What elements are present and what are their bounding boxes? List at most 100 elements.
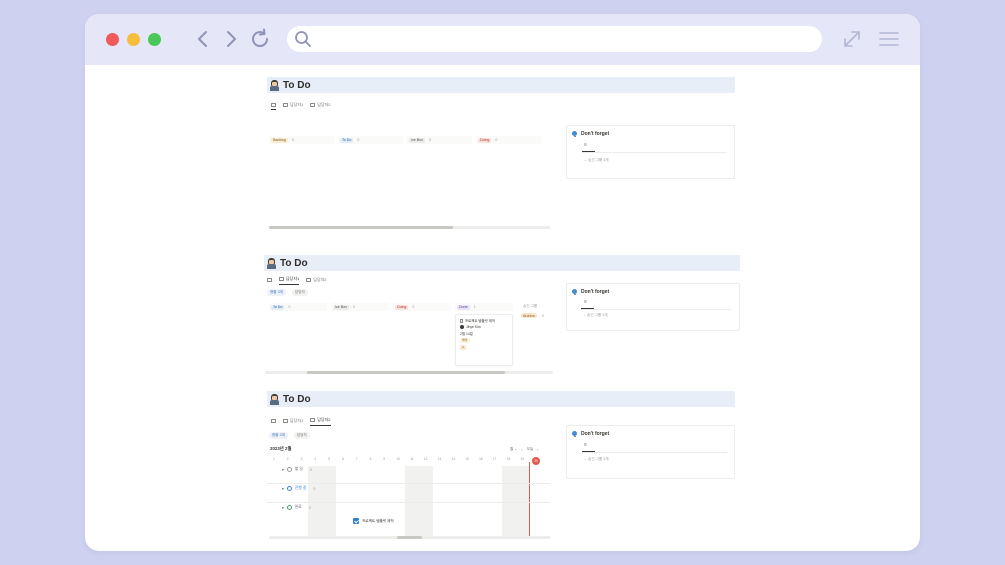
list-view-icon[interactable]: ≡: [584, 142, 587, 148]
caret-down-icon: ▾: [282, 486, 284, 491]
search-icon: [295, 31, 311, 47]
caret-down-icon: ▾: [282, 505, 284, 510]
filter-bar: 현황 3개 담당자: [269, 432, 310, 439]
calendar-view-icon: [306, 277, 312, 282]
timeline-day: 2: [286, 457, 289, 461]
board-view-icon: [279, 277, 284, 281]
hidden-groups[interactable]: ⌄ 숨긴 그룹 3개: [584, 158, 609, 163]
timeline-day: 8: [369, 457, 372, 461]
timeline-day: 16: [479, 457, 483, 461]
view-tabs: 담당자1 담당자2: [271, 102, 331, 110]
side-panel-title: Don't forget: [572, 431, 609, 437]
list-view-icon[interactable]: ≡: [584, 442, 587, 448]
card-person: Jihye Kim: [466, 325, 481, 329]
row-divider: [267, 502, 550, 503]
column-header-done[interactable]: Done 1: [455, 303, 513, 311]
tab-assignee-2[interactable]: 담당자2: [310, 417, 331, 426]
tab-assignee-2[interactable]: 담당자2: [306, 277, 327, 285]
timeline-group-in-progress[interactable]: ▾ 진행 중 0: [282, 486, 315, 491]
lightbulb-icon: [572, 431, 577, 437]
chevron-right-icon[interactable]: ›: [537, 448, 538, 452]
column-header-icebox[interactable]: Ice Box 0: [407, 136, 472, 144]
tab-assignee-1[interactable]: 담당자1: [283, 102, 303, 110]
status-filter-chip[interactable]: 현황 3개: [269, 432, 288, 439]
timeline-day: 6: [341, 457, 344, 461]
reload-icon[interactable]: [248, 27, 272, 51]
avatar: [460, 325, 464, 329]
timeline-day: 7: [355, 457, 358, 461]
page-title-text: To Do: [283, 393, 311, 405]
timeline-day: 3: [300, 457, 303, 461]
timeline-day: 1: [273, 457, 275, 461]
view-tabs: 담당자1 담당자2: [267, 276, 327, 285]
checkbox-icon[interactable]: [353, 518, 359, 524]
column-header-todo[interactable]: To Do 0: [338, 136, 403, 144]
board-view-icon: [283, 418, 288, 423]
hidden-groups[interactable]: ⌄ 숨긴 그룹 3개: [584, 457, 609, 462]
hidden-groups[interactable]: ⌄ 숨긴 그룹 3개: [583, 313, 608, 318]
column-header-doing[interactable]: Doing 0: [393, 303, 451, 311]
list-view-icon[interactable]: ≡: [584, 299, 587, 305]
horizontal-scrollbar[interactable]: [269, 226, 550, 229]
view-tabs: 담당자1 담당자2: [271, 417, 331, 426]
scrollbar-thumb[interactable]: [269, 226, 453, 229]
tab-board[interactable]: [271, 102, 276, 110]
menu-icon[interactable]: [878, 28, 900, 50]
scrollbar-thumb[interactable]: [397, 536, 422, 539]
today-marker: [529, 462, 530, 538]
column-header-backlog[interactable]: Backlog 0: [269, 136, 334, 144]
timeline-group-done[interactable]: ▾ 완료 2: [282, 505, 311, 510]
calendar-view-icon: [310, 418, 316, 422]
page-title: To Do: [267, 77, 735, 93]
page-title-text: To Do: [283, 79, 311, 91]
chevron-right-icon[interactable]: [219, 27, 243, 51]
chevron-left-icon[interactable]: ‹: [521, 448, 522, 452]
tab-board[interactable]: [267, 277, 272, 284]
status-filter-chip[interactable]: 현황 3개: [267, 289, 286, 296]
person-emoji-icon: [269, 79, 280, 91]
view-scale-dropdown[interactable]: 월 ⌄: [510, 447, 517, 452]
card-tag: 제작: [460, 338, 470, 343]
timeline-day: 10: [396, 457, 400, 461]
side-panel-title: Don't forget: [572, 289, 609, 295]
board-view-icon: [271, 418, 276, 423]
assignee-filter-chip[interactable]: 담당자: [291, 289, 308, 296]
timeline-controls: 월 ⌄ ‹ 오늘 ›: [510, 447, 538, 452]
tab-assignee-2[interactable]: 담당자2: [310, 102, 331, 110]
column-header-icebox[interactable]: Ice Box 0: [331, 303, 389, 311]
maximize-window-button[interactable]: [148, 33, 161, 46]
task-card[interactable]: 프로젝트 템플릿 제작 Jihye Kim 2월 14일 제작 A: [455, 314, 513, 366]
address-bar[interactable]: [287, 26, 822, 52]
timeline-day: 4: [314, 457, 317, 461]
page-title: To Do: [264, 255, 740, 271]
hidden-group-archive[interactable]: Archive 0: [521, 313, 544, 318]
tab-assignee-1[interactable]: 담당자1: [279, 276, 300, 285]
minimize-window-button[interactable]: [127, 33, 140, 46]
chevron-left-icon[interactable]: [191, 27, 215, 51]
board-view-icon: [283, 103, 288, 107]
column-header-doing[interactable]: Doing 0: [476, 136, 541, 144]
timeline-item[interactable]: 프로젝트 템플릿 제작: [353, 518, 394, 524]
timeline-day: 19: [520, 457, 525, 461]
tab-board[interactable]: [271, 418, 276, 425]
board-columns: Backlog 0 To Do 0 Ice Box 0 Doing 0: [269, 136, 541, 144]
page-content: To Do 담당자1 담당자2 Backlog 0 To Do 0 Ice Box 0…: [85, 65, 920, 551]
timeline-days: 1 2 3 4 5 6 7 8 9 10 11 12 13 14 15 16 17 18 19 20: [267, 457, 543, 465]
timeline-day: 5: [328, 457, 330, 461]
tab-assignee-1[interactable]: 담당자1: [283, 418, 303, 426]
status-icon: [286, 467, 292, 472]
assignee-filter-chip[interactable]: 담당자: [293, 432, 310, 439]
horizontal-scrollbar[interactable]: [269, 536, 550, 539]
timeline-day: 9: [383, 457, 386, 461]
horizontal-scrollbar[interactable]: [265, 371, 553, 374]
scrollbar-thumb[interactable]: [307, 371, 505, 374]
close-window-button[interactable]: [106, 33, 119, 46]
lightbulb-icon: [572, 289, 577, 295]
today-button[interactable]: 오늘: [527, 447, 534, 452]
status-icon: [286, 505, 292, 510]
timeline-group-todo[interactable]: ▾ 할 일 0: [282, 467, 312, 472]
expand-icon[interactable]: [841, 28, 863, 50]
card-tag: A: [460, 344, 467, 350]
column-header-todo[interactable]: To Do 0: [269, 303, 327, 311]
hidden-group-title: 숨긴 그룹: [523, 304, 538, 308]
